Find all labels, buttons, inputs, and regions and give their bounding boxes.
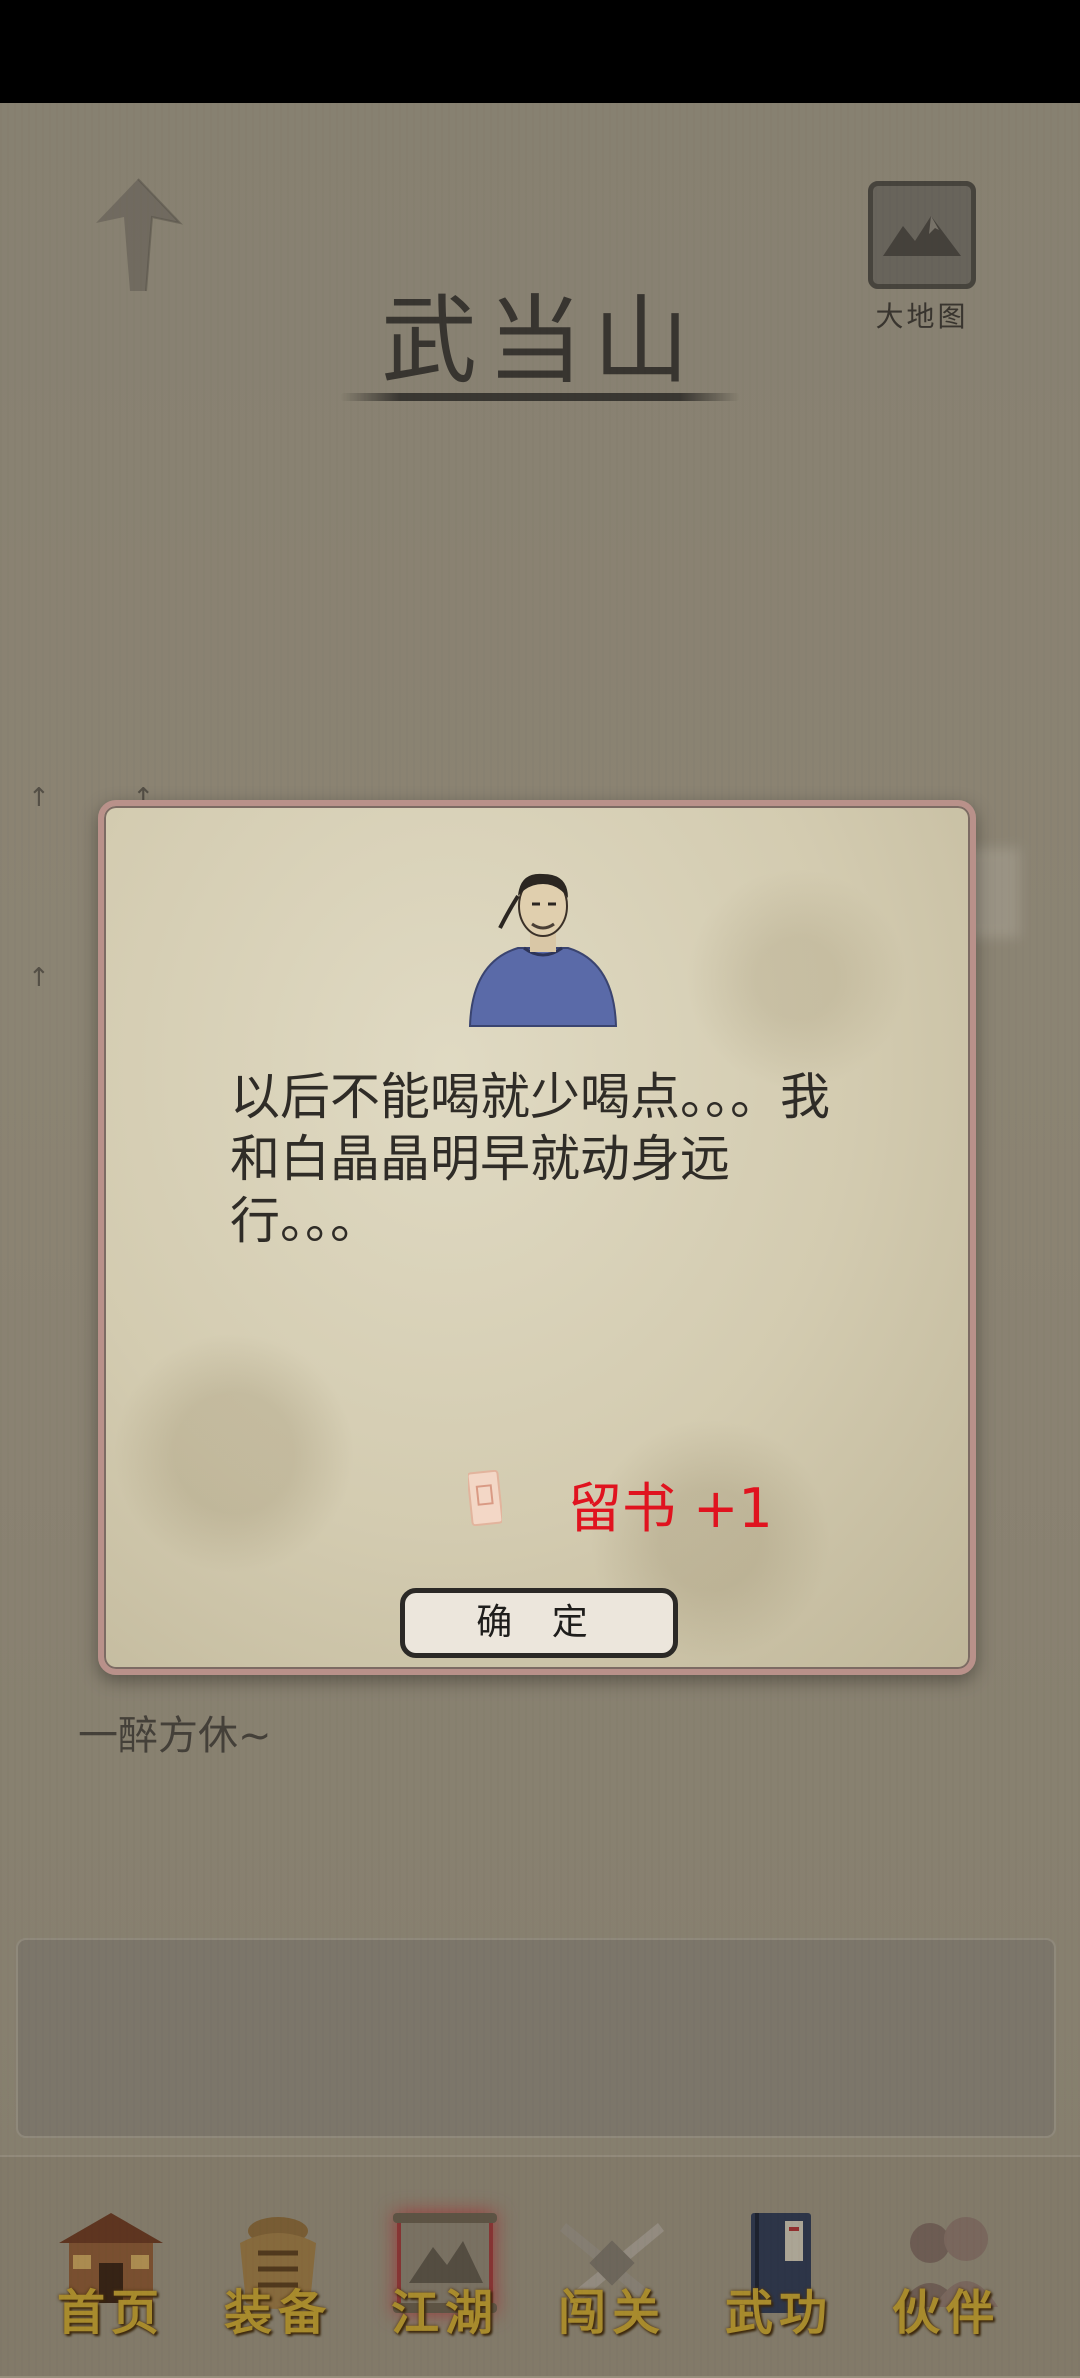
confirm-button[interactable]: 确 定 — [400, 1588, 678, 1658]
status-bar — [0, 0, 1080, 103]
reward-text: 留书 +1 — [568, 1477, 773, 1540]
letter-ticket-icon — [468, 1470, 502, 1526]
character-portrait-icon — [468, 873, 618, 1027]
dialog-message: 以后不能喝就少喝点。。。我和白晶晶明早就动身远行。。。 — [230, 1068, 830, 1250]
event-dialog: 以后不能喝就少喝点。。。我和白晶晶明早就动身远行。。。 留书 +1 确 定 — [98, 800, 976, 1675]
